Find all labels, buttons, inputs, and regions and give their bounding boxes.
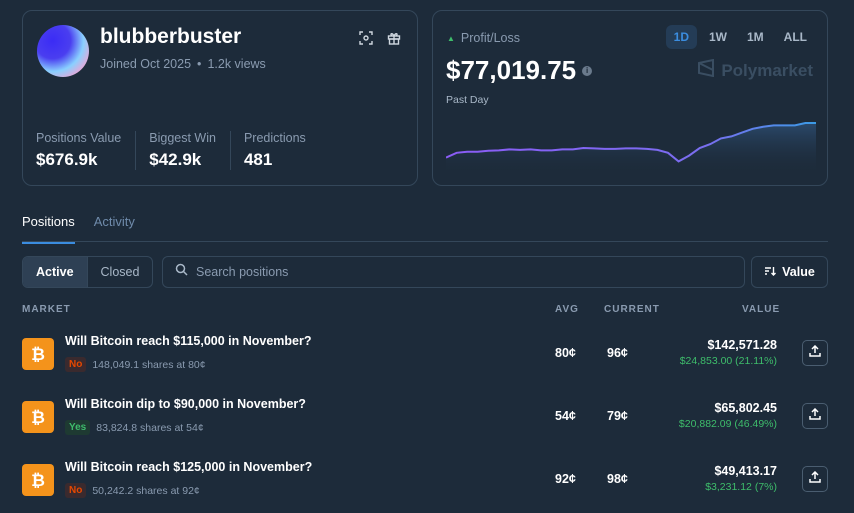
range-1d[interactable]: 1D	[665, 25, 697, 49]
pnl-value: $77,019.75 i	[446, 55, 593, 86]
brand-name: Polymarket	[721, 60, 813, 80]
search-icon	[175, 263, 188, 281]
stat-biggest-win: Biggest Win $42.9k	[149, 131, 231, 170]
stat-label: Positions Value	[36, 131, 122, 145]
col-avg[interactable]: AVG	[555, 304, 579, 315]
profile-card: blubberbuster Joined Oct 2025 • 1.2k views…	[22, 10, 418, 186]
polymarket-brand: Polymarket	[697, 58, 813, 82]
profile-stats: Positions Value $676.9k Biggest Win $42.…	[36, 131, 333, 170]
avg-price: 54¢	[555, 409, 576, 423]
sort-icon	[764, 265, 777, 280]
up-triangle-icon: ▲	[447, 33, 455, 43]
pnl-chart	[446, 122, 816, 175]
svg-text:₿: ₿	[31, 408, 45, 427]
stat-value: $42.9k	[149, 150, 202, 169]
col-current[interactable]: CURRENT	[604, 304, 660, 315]
range-selector: 1D 1W 1M ALL	[665, 25, 815, 49]
range-1m[interactable]: 1M	[739, 25, 772, 49]
range-1w[interactable]: 1W	[701, 25, 735, 49]
outcome-badge: Yes	[65, 420, 91, 435]
position-row[interactable]: ₿ Will Bitcoin dip to $90,000 in Novembe…	[22, 389, 828, 445]
stat-positions-value: Positions Value $676.9k	[36, 131, 137, 170]
polymarket-logo-icon	[697, 58, 715, 82]
tab-positions[interactable]: Positions	[22, 214, 75, 244]
tab-activity[interactable]: Activity	[94, 214, 135, 244]
value-gain: $20,882.09 (46.49%)	[678, 418, 777, 430]
share-icon	[809, 407, 821, 425]
value-amount: $142,571.28	[707, 338, 777, 352]
current-price: 79¢	[607, 409, 628, 423]
pnl-label: ▲ Profit/Loss	[447, 31, 520, 45]
col-value[interactable]: VALUE	[742, 304, 780, 315]
position-row[interactable]: ₿ Will Bitcoin reach $115,000 in Novembe…	[22, 326, 828, 382]
pnl-label-text: Profit/Loss	[460, 31, 520, 45]
qr-scan-icon[interactable]	[359, 31, 373, 45]
market-question[interactable]: Will Bitcoin reach $125,000 in November?	[65, 460, 312, 474]
value-gain: $3,231.12 (7%)	[705, 481, 777, 493]
avatar[interactable]	[37, 25, 89, 77]
avg-price: 80¢	[555, 346, 576, 360]
value-gain: $24,853.00 (21.11%)	[679, 355, 777, 367]
status-toggle: Active Closed	[22, 256, 154, 288]
bitcoin-icon: ₿	[22, 401, 54, 433]
gift-icon[interactable]	[387, 31, 401, 45]
joined-info: Joined Oct 2025 • 1.2k views	[100, 57, 266, 71]
market-question[interactable]: Will Bitcoin reach $115,000 in November?	[65, 334, 312, 348]
shares-info: 50,242.2 shares at 92¢	[92, 484, 200, 497]
stat-label: Biggest Win	[149, 131, 216, 145]
info-icon[interactable]: i	[582, 65, 593, 76]
tab-divider	[22, 241, 828, 242]
sort-label: Value	[782, 265, 815, 279]
value-amount: $65,802.45	[714, 401, 777, 415]
stat-value: 481	[243, 150, 273, 169]
search-input[interactable]	[196, 265, 696, 279]
position-meta: No 50,242.2 shares at 92¢	[65, 483, 200, 498]
stat-label: Predictions	[243, 131, 306, 145]
pnl-amount: $77,019.75	[446, 55, 577, 85]
outcome-badge: No	[65, 357, 87, 372]
position-meta: Yes 83,824.8 shares at 54¢	[65, 420, 204, 435]
position-value: $49,413.17 $3,231.12 (7%)	[705, 464, 777, 493]
share-icon	[809, 470, 821, 488]
range-all[interactable]: ALL	[776, 25, 815, 49]
pnl-card: ▲ Profit/Loss $77,019.75 i Past Day 1D 1…	[432, 10, 828, 186]
bitcoin-icon: ₿	[22, 464, 54, 496]
joined-date: Joined Oct 2025	[100, 57, 192, 71]
shares-info: 148,049.1 shares at 80¢	[92, 358, 206, 371]
filter-closed-button[interactable]: Closed	[86, 257, 153, 287]
current-price: 98¢	[607, 472, 628, 486]
username: blubberbuster	[100, 25, 242, 48]
view-count: 1.2k views	[207, 57, 266, 71]
tab-bar: Positions Activity	[22, 214, 135, 244]
share-button[interactable]	[802, 403, 828, 429]
value-amount: $49,413.17	[714, 464, 777, 478]
current-price: 96¢	[607, 346, 628, 360]
stat-predictions: Predictions 481	[244, 131, 320, 170]
share-button[interactable]	[802, 340, 828, 366]
share-icon	[809, 344, 821, 362]
col-market[interactable]: MARKET	[22, 304, 71, 315]
svg-text:₿: ₿	[31, 471, 45, 490]
search-box	[162, 256, 745, 288]
avg-price: 92¢	[555, 472, 576, 486]
svg-text:₿: ₿	[31, 345, 45, 364]
bitcoin-icon: ₿	[22, 338, 54, 370]
position-meta: No 148,049.1 shares at 80¢	[65, 357, 206, 372]
outcome-badge: No	[65, 483, 87, 498]
position-row[interactable]: ₿ Will Bitcoin reach $125,000 in Novembe…	[22, 452, 828, 508]
position-value: $142,571.28 $24,853.00 (21.11%)	[680, 338, 777, 367]
filter-active-button[interactable]: Active	[23, 257, 87, 287]
share-button[interactable]	[802, 466, 828, 492]
profile-actions	[359, 31, 401, 45]
market-question[interactable]: Will Bitcoin dip to $90,000 in November?	[65, 397, 306, 411]
position-value: $65,802.45 $20,882.09 (46.49%)	[679, 401, 777, 430]
stat-value: $676.9k	[36, 150, 98, 169]
sort-button[interactable]: Value	[751, 256, 828, 288]
shares-info: 83,824.8 shares at 54¢	[96, 421, 204, 434]
pnl-period: Past Day	[446, 94, 489, 106]
